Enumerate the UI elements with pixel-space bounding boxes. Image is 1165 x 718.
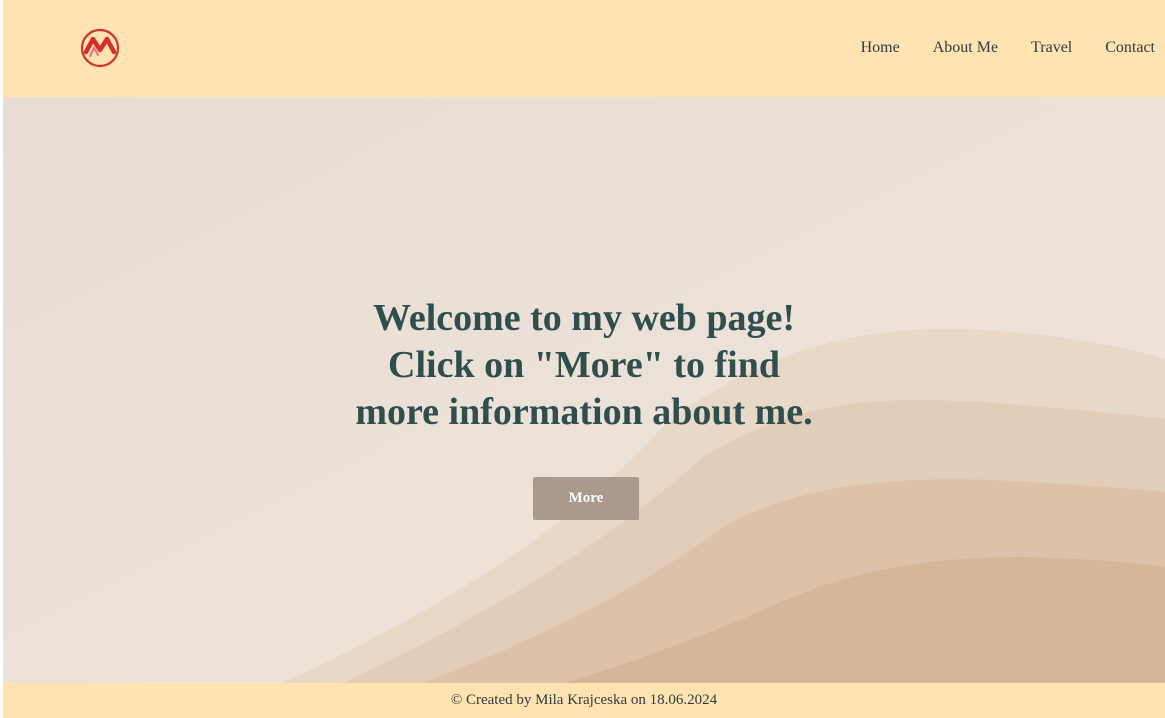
site-footer: © Created by Mila Krajceska on 18.06.202… — [3, 683, 1165, 718]
nav-link-travel[interactable]: Travel — [1031, 38, 1072, 58]
main-nav: Home About Me Travel Contact — [861, 38, 1155, 58]
hero-title: Welcome to my web page! Click on "More" … — [3, 295, 1165, 436]
hero-title-line: Welcome to my web page! — [372, 297, 796, 339]
nav-link-contact[interactable]: Contact — [1105, 38, 1155, 58]
nav-link-about-me[interactable]: About Me — [933, 38, 998, 58]
hero-section: Welcome to my web page! Click on "More" … — [3, 97, 1165, 683]
footer-credit-text: © Created by Mila Krajceska on 18.06.202… — [450, 692, 718, 708]
more-button[interactable]: More — [533, 477, 639, 520]
m-circle-logo-icon[interactable] — [80, 28, 120, 68]
nav-link-home[interactable]: Home — [861, 38, 900, 58]
hero-title-line: Click on "More" to find — [388, 344, 780, 386]
site-header: Home About Me Travel Contact — [3, 0, 1165, 97]
page: Home About Me Travel Contact Welcome to … — [3, 0, 1165, 718]
hero-title-line: more information about me. — [355, 391, 813, 433]
